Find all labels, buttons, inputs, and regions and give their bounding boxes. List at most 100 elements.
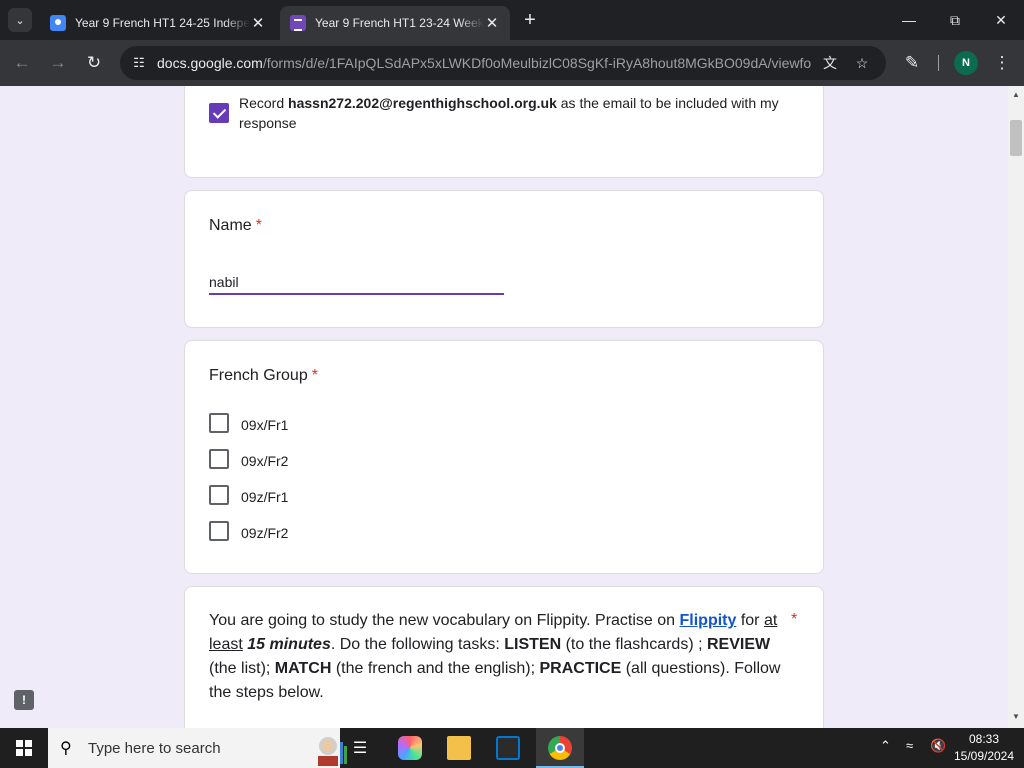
toolbar-divider [938, 55, 939, 71]
text-segment: You are going to study the new vocabular… [209, 612, 680, 629]
page-viewport: Record hassn272.202@regenthighschool.org… [0, 86, 1008, 728]
required-asterisk: * [255, 217, 262, 234]
report-feedback-button[interactable]: ! [14, 690, 34, 710]
new-tab-button[interactable]: + [518, 8, 542, 32]
text-segment: (the list); [209, 660, 275, 677]
text-segment: . Do the following tasks: [330, 636, 505, 653]
close-icon[interactable]: ✕ [250, 14, 266, 32]
close-icon: ✕ [995, 11, 1007, 28]
option-label: 09x/Fr2 [241, 453, 289, 469]
question-title-text: French Group [209, 367, 308, 384]
microsoft-store-icon[interactable] [496, 736, 520, 760]
url-host: docs.google.com [157, 55, 263, 71]
text-bold: REVIEW [707, 636, 771, 653]
text-segment: (to the flashcards) ; [561, 636, 707, 653]
scroll-thumb[interactable] [1010, 120, 1022, 156]
option-09z-fr1[interactable]: 09z/Fr1 [185, 485, 485, 509]
email-record-card: Record hassn272.202@regenthighschool.org… [184, 86, 824, 178]
reload-button[interactable]: ↻ [80, 49, 108, 77]
record-email-label: Record hassn272.202@regenthighschool.org… [239, 93, 799, 133]
url-text[interactable]: docs.google.com/forms/d/e/1FAIpQLSdAPx5x… [157, 55, 812, 71]
chrome-taskbar-button[interactable] [536, 728, 584, 768]
option-checkbox[interactable] [209, 413, 229, 433]
text-emphasis: 15 minutes [247, 636, 331, 653]
record-email-checkbox[interactable] [209, 103, 229, 123]
option-label: 09z/Fr2 [241, 525, 289, 541]
search-highlight-illustration [318, 737, 347, 766]
chevron-down-icon: ⌄ [15, 14, 25, 27]
text-segment: (the french and the english); [331, 660, 540, 677]
forward-button[interactable]: → [44, 49, 72, 77]
question-title-text: Name [209, 217, 252, 234]
back-button[interactable]: ← [8, 49, 36, 77]
text-segment: for [736, 612, 764, 629]
minimize-icon: — [902, 12, 916, 28]
windows-start-icon[interactable] [16, 740, 32, 756]
required-asterisk: * [791, 611, 798, 628]
translate-icon: 文 [823, 55, 837, 71]
option-label: 09z/Fr1 [241, 489, 289, 505]
profile-avatar[interactable]: N [954, 51, 978, 75]
search-icon: ⚲ [60, 740, 72, 757]
google-forms-blue-icon [50, 15, 66, 31]
option-checkbox[interactable] [209, 521, 229, 541]
page-scrollbar[interactable]: ▲ ▼ [1008, 86, 1024, 728]
volume-muted-icon[interactable]: 🔇 [930, 738, 946, 754]
exclamation-icon: ! [22, 693, 26, 707]
close-icon[interactable]: ✕ [484, 14, 500, 32]
extensions-button[interactable]: ✎ [898, 49, 926, 77]
browser-toolbar: ← → ↻ ☷ docs.google.com/forms/d/e/1FAIpQ… [0, 40, 1024, 86]
tab-strip: ⌄ Year 9 French HT1 24-25 Independent ✕ … [0, 0, 1024, 40]
question-title: French Group * [209, 367, 318, 385]
study-instructions: You are going to study the new vocabular… [209, 609, 795, 705]
network-icon[interactable]: ≈ [906, 738, 913, 753]
french-group-question-card: French Group * 09x/Fr1 09x/Fr2 09z/Fr1 09… [184, 340, 824, 574]
restore-icon: ⧉ [950, 11, 960, 28]
flippity-link[interactable]: Flippity [680, 612, 737, 629]
required-asterisk: * [311, 367, 318, 384]
bookmark-button[interactable]: ☆ [852, 53, 872, 73]
address-bar[interactable]: ☷ docs.google.com/forms/d/e/1FAIpQLSdAPx… [120, 46, 886, 80]
option-label: 09x/Fr1 [241, 417, 289, 433]
minimize-button[interactable]: — [886, 0, 932, 40]
star-icon: ☆ [855, 54, 869, 71]
text-bold: MATCH [274, 660, 332, 677]
option-checkbox[interactable] [209, 449, 229, 469]
option-09z-fr2[interactable]: 09z/Fr2 [185, 521, 485, 545]
arrow-right-icon: → [49, 53, 67, 72]
record-prefix: Record [239, 95, 285, 111]
url-path: /forms/d/e/1FAIpQLSdAPx5xLWKDf0oMeulbizl… [262, 55, 812, 71]
tab-week-1[interactable]: Year 9 French HT1 23-24 Week 1 ✕ [280, 6, 510, 40]
windows-taskbar: ⚲ Type here to search ☰ ⌃ ≈ 🔇 08:33 15/0… [0, 728, 1024, 768]
chevron-up-icon[interactable]: ⌃ [880, 738, 891, 754]
site-info-button[interactable]: ☷ [128, 52, 150, 74]
study-question-card: You are going to study the new vocabular… [184, 586, 824, 728]
scroll-down-icon[interactable]: ▼ [1012, 712, 1020, 721]
tab-search-button[interactable]: ⌄ [8, 8, 32, 32]
tune-icon: ☷ [133, 55, 145, 70]
chrome-icon [548, 736, 572, 760]
file-explorer-icon[interactable] [447, 736, 471, 760]
more-vert-icon: ⋮ [993, 53, 1011, 72]
google-forms-icon [290, 15, 306, 31]
search-placeholder: Type here to search [88, 740, 221, 757]
translate-button[interactable]: 文 [820, 53, 840, 73]
tab-title: Year 9 French HT1 23-24 Week 1 [315, 16, 484, 30]
tab-independent[interactable]: Year 9 French HT1 24-25 Independent ✕ [40, 6, 276, 40]
plus-icon: + [524, 8, 536, 31]
option-09x-fr2[interactable]: 09x/Fr2 [185, 449, 485, 473]
text-bold: PRACTICE [539, 660, 622, 677]
reload-icon: ↻ [86, 53, 102, 72]
name-input[interactable] [209, 271, 504, 295]
option-09x-fr1[interactable]: 09x/Fr1 [185, 413, 485, 437]
copilot-icon[interactable] [398, 736, 422, 760]
close-window-button[interactable]: ✕ [978, 0, 1024, 40]
scroll-up-icon[interactable]: ▲ [1012, 90, 1020, 99]
clock-date: 15/09/2024 [953, 749, 1015, 763]
restore-button[interactable]: ⧉ [932, 0, 978, 40]
menu-button[interactable]: ⋮ [988, 49, 1016, 77]
task-view-icon[interactable]: ☰ [348, 736, 372, 760]
taskbar-clock[interactable]: 08:33 15/09/2024 [952, 731, 1016, 765]
option-checkbox[interactable] [209, 485, 229, 505]
taskbar-search-box[interactable]: ⚲ Type here to search [48, 728, 347, 768]
